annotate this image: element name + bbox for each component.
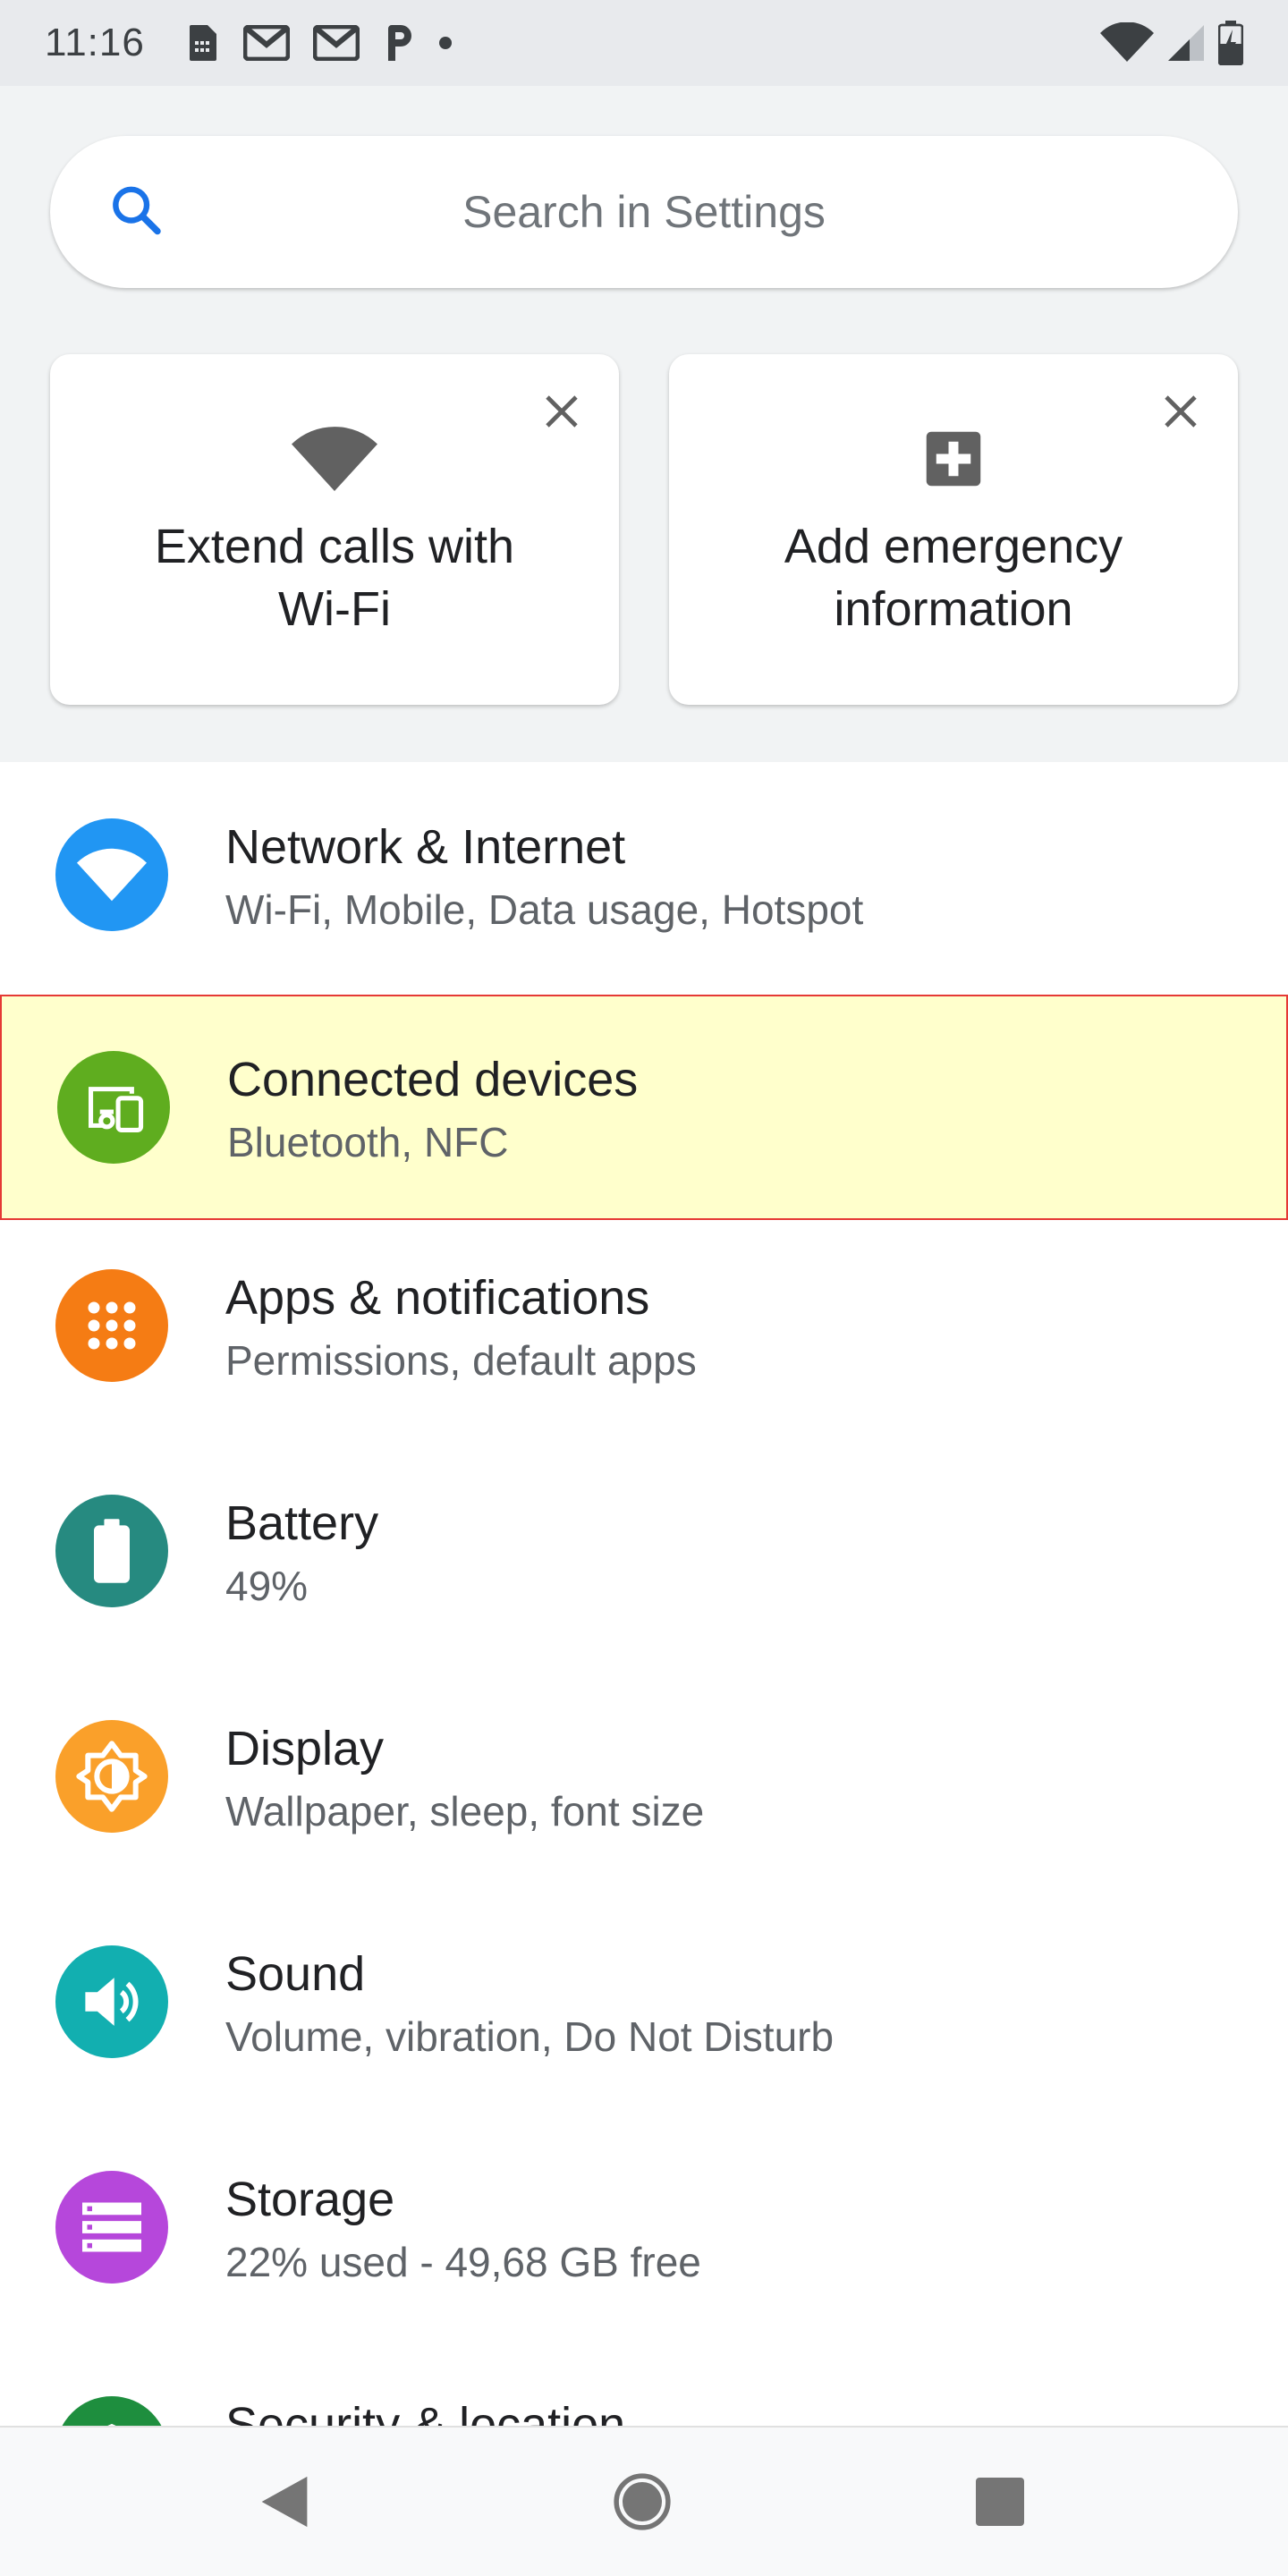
storage-icon xyxy=(55,2171,168,2284)
brightness-icon xyxy=(55,1720,168,1833)
setting-title: Connected devices xyxy=(227,1053,639,1106)
setting-subtitle: Volume, vibration, Do Not Disturb xyxy=(225,2013,835,2060)
gmail-icon xyxy=(242,25,290,61)
medical-cross-icon xyxy=(904,410,1003,508)
cell-signal-icon xyxy=(1166,23,1206,63)
sim-card-icon xyxy=(184,23,220,63)
suggestion-title: Extend calls with Wi-Fi xyxy=(77,515,592,640)
search-icon xyxy=(107,182,165,243)
settings-list: Network & Internet Wi-Fi, Mobile, Data u… xyxy=(0,762,1288,2426)
setting-subtitle: Wi-Fi, Mobile, Data usage, Hotspot xyxy=(225,886,864,933)
close-icon[interactable] xyxy=(537,386,587,436)
status-left: 11:16 xyxy=(45,21,453,65)
setting-subtitle: 22% used - 49,68 GB free xyxy=(225,2239,701,2285)
status-time: 11:16 xyxy=(45,21,145,64)
setting-title: Security & location xyxy=(225,2398,626,2426)
apps-grid-icon xyxy=(55,1269,168,1382)
setting-subtitle: Permissions, default apps xyxy=(225,1337,697,1384)
setting-title: Apps & notifications xyxy=(225,1271,650,1325)
suggestion-title-line: information xyxy=(834,582,1073,636)
wifi-icon xyxy=(55,818,168,931)
setting-title: Display xyxy=(225,1722,385,1775)
status-right xyxy=(1100,21,1243,65)
suggestion-title: Add emergency information xyxy=(696,515,1211,640)
setting-connected-devices[interactable]: Connected devices Bluetooth, NFC xyxy=(0,995,1288,1220)
battery-charging-icon xyxy=(1218,21,1243,65)
wifi-signal-icon xyxy=(1100,22,1154,64)
parking-icon xyxy=(383,23,415,63)
setting-subtitle: 49% xyxy=(225,1563,309,1609)
setting-apps-notifications[interactable]: Apps & notifications Permissions, defaul… xyxy=(0,1213,1288,1438)
volume-icon xyxy=(55,1945,168,2058)
security-icon xyxy=(55,2396,168,2426)
devices-icon xyxy=(57,1051,170,1164)
setting-storage[interactable]: Storage 22% used - 49,68 GB free xyxy=(0,2114,1288,2340)
back-icon[interactable] xyxy=(231,2448,338,2555)
gmail-icon xyxy=(312,25,360,61)
setting-subtitle: Wallpaper, sleep, font size xyxy=(225,1788,705,1835)
setting-display[interactable]: Display Wallpaper, sleep, font size xyxy=(0,1664,1288,1889)
setting-subtitle: Bluetooth, NFC xyxy=(227,1119,509,1165)
home-icon[interactable] xyxy=(589,2448,696,2555)
search-bar[interactable] xyxy=(50,136,1238,288)
setting-title: Storage xyxy=(225,2173,395,2226)
recents-icon[interactable] xyxy=(946,2448,1054,2555)
status-bar: 11:16 xyxy=(0,0,1288,86)
navigation-bar xyxy=(0,2426,1288,2576)
setting-network-internet[interactable]: Network & Internet Wi-Fi, Mobile, Data u… xyxy=(0,762,1288,987)
suggestion-title-line: Extend calls with xyxy=(154,520,515,573)
dot-icon xyxy=(438,36,453,50)
wifi-icon xyxy=(285,410,384,508)
setting-title: Battery xyxy=(225,1496,379,1550)
setting-title: Sound xyxy=(225,1947,366,2001)
suggestion-card-emergency-info[interactable]: Add emergency information xyxy=(669,354,1238,705)
setting-security-location[interactable]: Security & location xyxy=(0,2340,1288,2426)
battery-icon xyxy=(55,1495,168,1607)
suggestion-title-line: Add emergency xyxy=(784,520,1123,573)
search-input[interactable] xyxy=(50,185,1238,239)
close-icon[interactable] xyxy=(1156,386,1206,436)
setting-title: Network & Internet xyxy=(225,820,626,874)
setting-battery[interactable]: Battery 49% xyxy=(0,1438,1288,1664)
suggestion-title-line: Wi-Fi xyxy=(278,582,391,636)
setting-sound[interactable]: Sound Volume, vibration, Do Not Disturb xyxy=(0,1889,1288,2114)
suggestion-card-wifi-calling[interactable]: Extend calls with Wi-Fi xyxy=(50,354,619,705)
